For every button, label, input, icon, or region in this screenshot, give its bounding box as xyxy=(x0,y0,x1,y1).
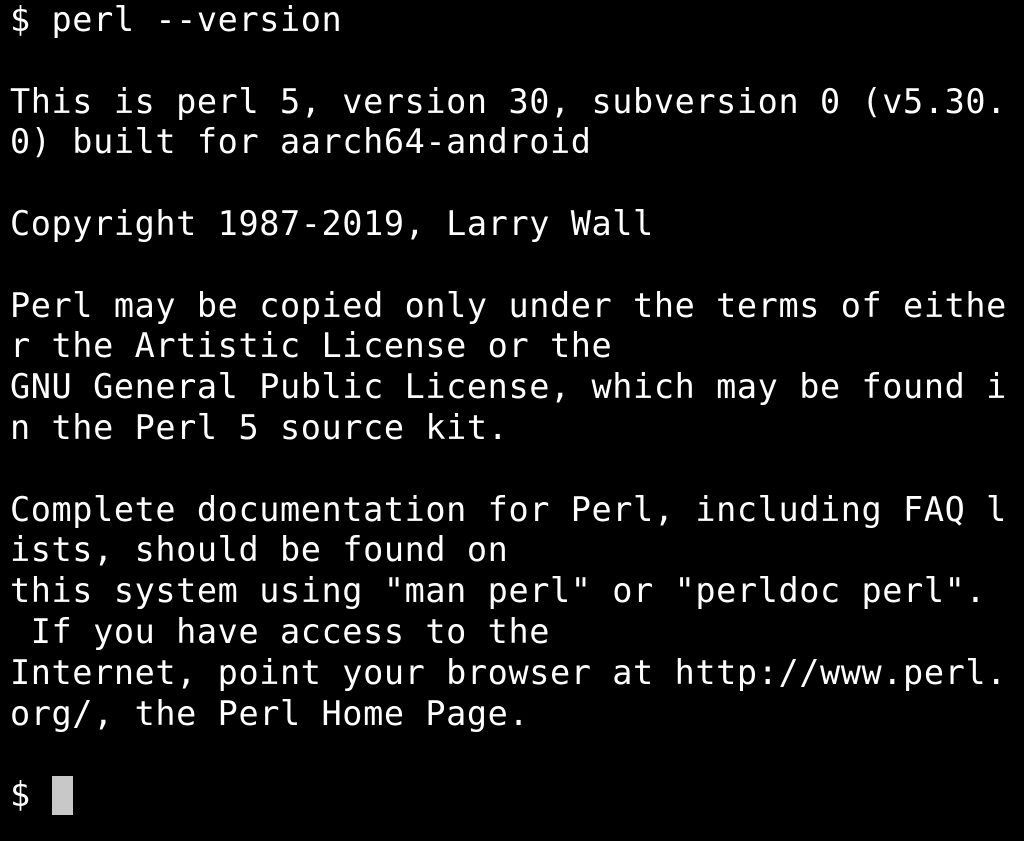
terminal-line: r the Artistic License or the xyxy=(10,326,613,366)
terminal-line: ists, should be found on xyxy=(10,530,509,570)
terminal-line: Complete documentation for Perl, includi… xyxy=(10,489,1007,529)
terminal-line: If you have access to the xyxy=(10,611,550,651)
terminal-prompt-line[interactable]: $ xyxy=(10,775,1024,816)
terminal-line: Internet, point your browser at http://w… xyxy=(10,652,1007,692)
terminal-line: Perl may be copied only under the terms … xyxy=(10,285,1007,325)
terminal-line: org/, the Perl Home Page. xyxy=(10,693,530,733)
terminal-line: This is perl 5, version 30, subversion 0… xyxy=(10,81,1007,121)
terminal-line: n the Perl 5 source kit. xyxy=(10,407,509,447)
terminal-window[interactable]: $ perl --version This is perl 5, version… xyxy=(0,0,1024,841)
terminal-line: GNU General Public License, which may be… xyxy=(10,367,1007,407)
prompt-symbol: $ xyxy=(10,775,52,815)
terminal-line: Copyright 1987-2019, Larry Wall xyxy=(10,203,654,243)
terminal-line: this system using "man perl" or "perldoc… xyxy=(10,571,987,611)
terminal-line: 0) built for aarch64-android xyxy=(10,122,592,162)
terminal-output: $ perl --version This is perl 5, version… xyxy=(10,0,1024,816)
terminal-line: $ perl --version xyxy=(10,0,343,39)
text-cursor xyxy=(51,776,73,816)
